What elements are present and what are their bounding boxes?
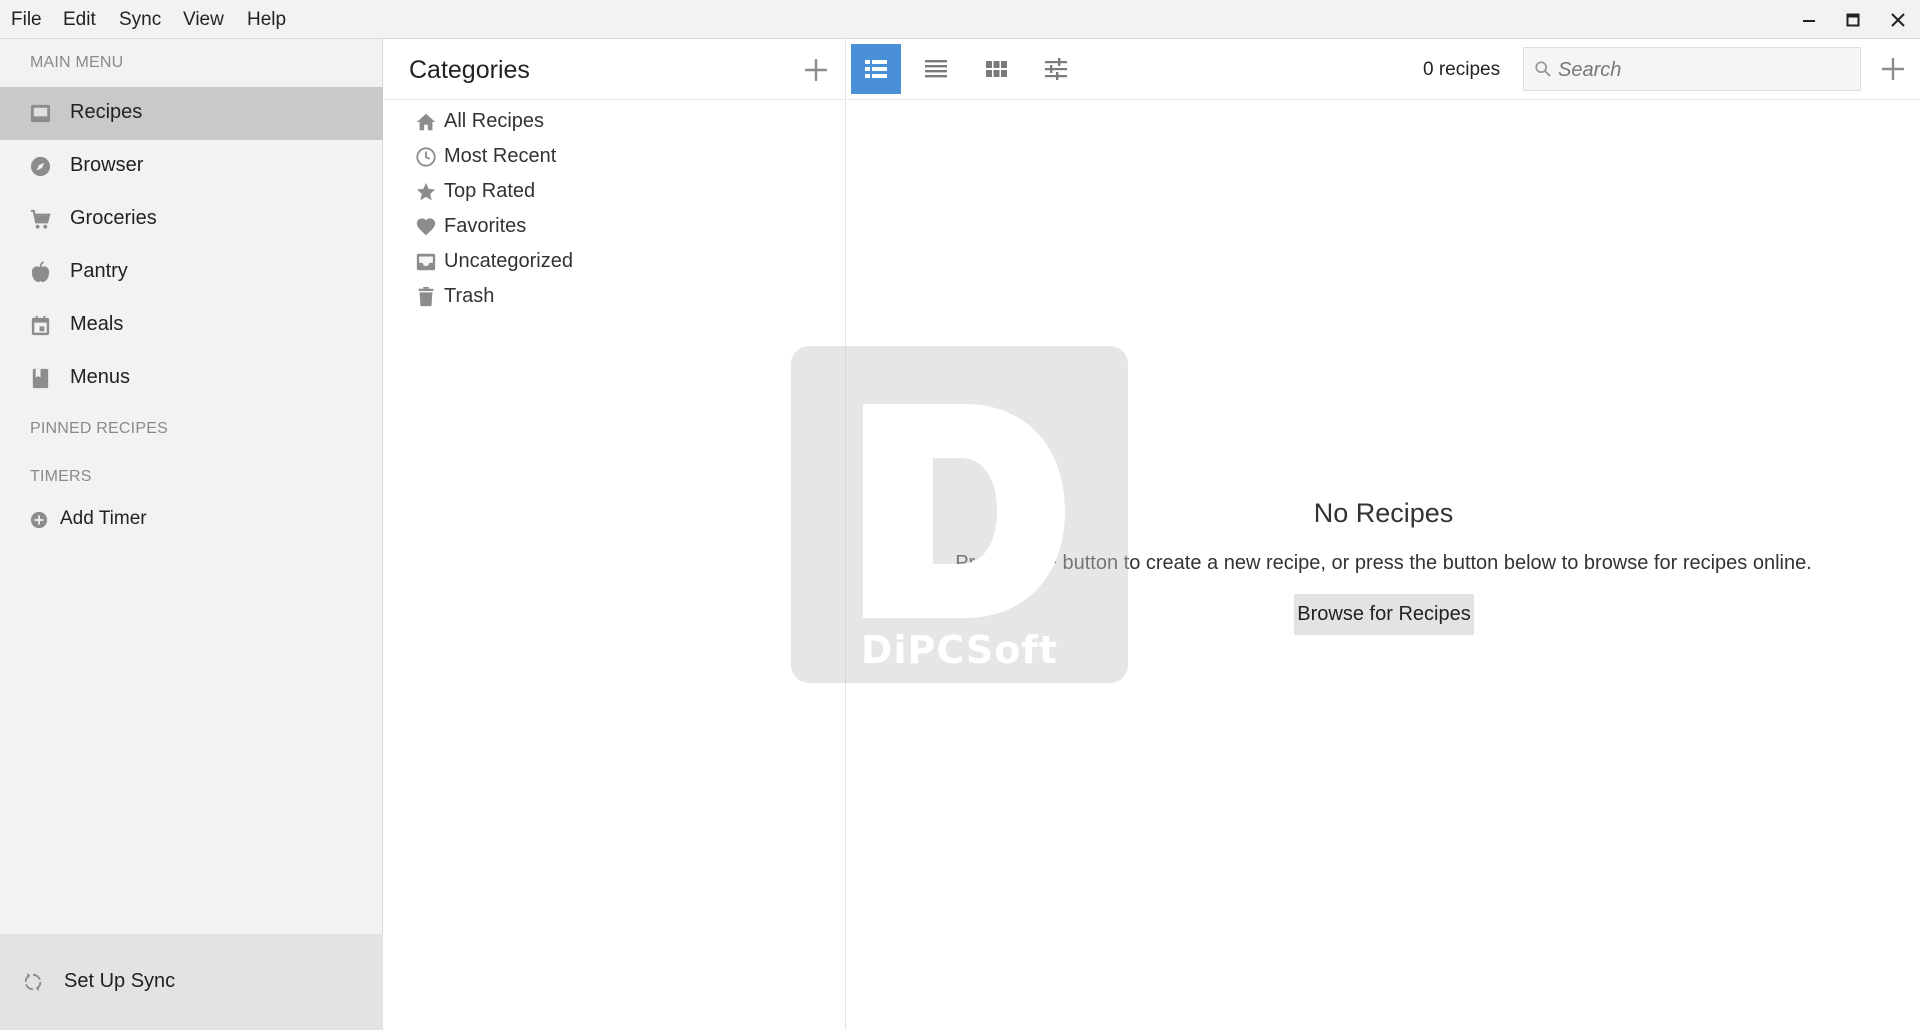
sidebar-item-browser[interactable]: Browser — [0, 140, 383, 193]
star-icon — [416, 182, 436, 201]
menu-help[interactable]: Help — [247, 9, 286, 31]
recipe-count: 0 recipes — [1423, 59, 1501, 80]
maximize-button[interactable] — [1830, 0, 1876, 39]
minimize-button[interactable] — [1786, 0, 1832, 39]
pinned-recipes-header: PINNED RECIPES — [30, 420, 168, 437]
sidebar-item-label: Groceries — [70, 207, 157, 229]
menu-file[interactable]: File — [11, 9, 42, 31]
view-grid-button[interactable] — [971, 44, 1021, 94]
calendar-icon — [31, 315, 50, 336]
category-uncategorized[interactable]: Uncategorized — [384, 244, 844, 279]
menu-edit[interactable]: Edit — [63, 9, 96, 31]
home-icon — [416, 113, 436, 131]
category-label: Most Recent — [444, 145, 557, 167]
category-top-rated[interactable]: Top Rated — [384, 174, 844, 209]
add-timer-label: Add Timer — [60, 508, 147, 529]
categories-panel: Categories All Recipes Most Recent Top R… — [384, 39, 846, 1030]
category-trash[interactable]: Trash — [384, 279, 844, 314]
maximize-icon — [1846, 13, 1860, 26]
sidebar: MAIN MENU Recipes Browser Groceries Pant… — [0, 39, 383, 1030]
inbox-icon — [416, 253, 436, 271]
sidebar-item-pantry[interactable]: Pantry — [0, 246, 383, 299]
add-timer-button[interactable]: Add Timer — [0, 500, 383, 540]
minimize-icon — [1803, 19, 1815, 22]
sliders-icon — [1045, 58, 1067, 80]
browse-for-recipes-button[interactable]: Browse for Recipes — [1294, 594, 1474, 635]
sidebar-item-meals[interactable]: Meals — [0, 299, 383, 352]
close-icon — [1891, 12, 1905, 27]
sidebar-item-menus[interactable]: Menus — [0, 352, 383, 405]
sidebar-item-recipes[interactable]: Recipes — [0, 87, 383, 140]
divider — [847, 99, 1920, 100]
watermark-d-letter — [863, 404, 1065, 618]
grid-icon — [985, 61, 1007, 77]
setup-sync-label: Set Up Sync — [64, 970, 176, 992]
category-label: Trash — [444, 285, 495, 307]
list-icon — [925, 60, 947, 78]
timers-header: TIMERS — [30, 468, 92, 485]
close-button[interactable] — [1875, 0, 1920, 39]
sync-icon — [24, 972, 42, 992]
search-input[interactable] — [1558, 57, 1848, 83]
cart-icon — [30, 209, 51, 229]
sidebar-item-label: Recipes — [70, 101, 143, 123]
sidebar-item-label: Browser — [70, 154, 144, 176]
list-detail-icon — [865, 60, 887, 78]
filter-settings-button[interactable] — [1031, 44, 1081, 94]
sidebar-item-label: Menus — [70, 366, 131, 388]
category-label: Favorites — [444, 215, 527, 237]
category-favorites[interactable]: Favorites — [384, 209, 844, 244]
search-icon — [1535, 61, 1551, 77]
setup-sync-button[interactable]: Set Up Sync — [0, 934, 383, 1030]
add-recipe-button[interactable] — [1879, 55, 1907, 83]
category-label: Uncategorized — [444, 250, 573, 272]
view-list-button[interactable] — [911, 44, 961, 94]
watermark-text: DiPCSoft — [860, 628, 1059, 672]
add-circle-icon — [30, 511, 48, 529]
categories-title: Categories — [409, 56, 530, 84]
category-label: Top Rated — [444, 180, 536, 202]
recipes-icon — [30, 104, 51, 123]
apple-icon — [31, 261, 50, 283]
menu-bar: File Edit Sync View Help — [0, 0, 1920, 39]
sidebar-item-label: Pantry — [70, 260, 128, 282]
view-list-detail-button[interactable] — [851, 44, 901, 94]
divider — [384, 99, 846, 100]
menu-sync[interactable]: Sync — [119, 9, 161, 31]
clock-icon — [416, 147, 436, 167]
trash-icon — [418, 286, 434, 307]
heart-icon — [416, 218, 436, 236]
search-box[interactable] — [1523, 47, 1861, 91]
menu-view[interactable]: View — [183, 9, 224, 31]
book-icon — [32, 368, 49, 389]
add-category-button[interactable] — [802, 56, 830, 84]
sidebar-item-label: Meals — [70, 313, 124, 335]
category-label: All Recipes — [444, 110, 545, 132]
sidebar-item-groceries[interactable]: Groceries — [0, 193, 383, 246]
category-most-recent[interactable]: Most Recent — [384, 139, 844, 174]
watermark-logo: DiPCSoft — [791, 346, 1128, 683]
compass-icon — [30, 156, 51, 177]
main-menu-header: MAIN MENU — [30, 54, 124, 71]
category-all-recipes[interactable]: All Recipes — [384, 104, 844, 139]
